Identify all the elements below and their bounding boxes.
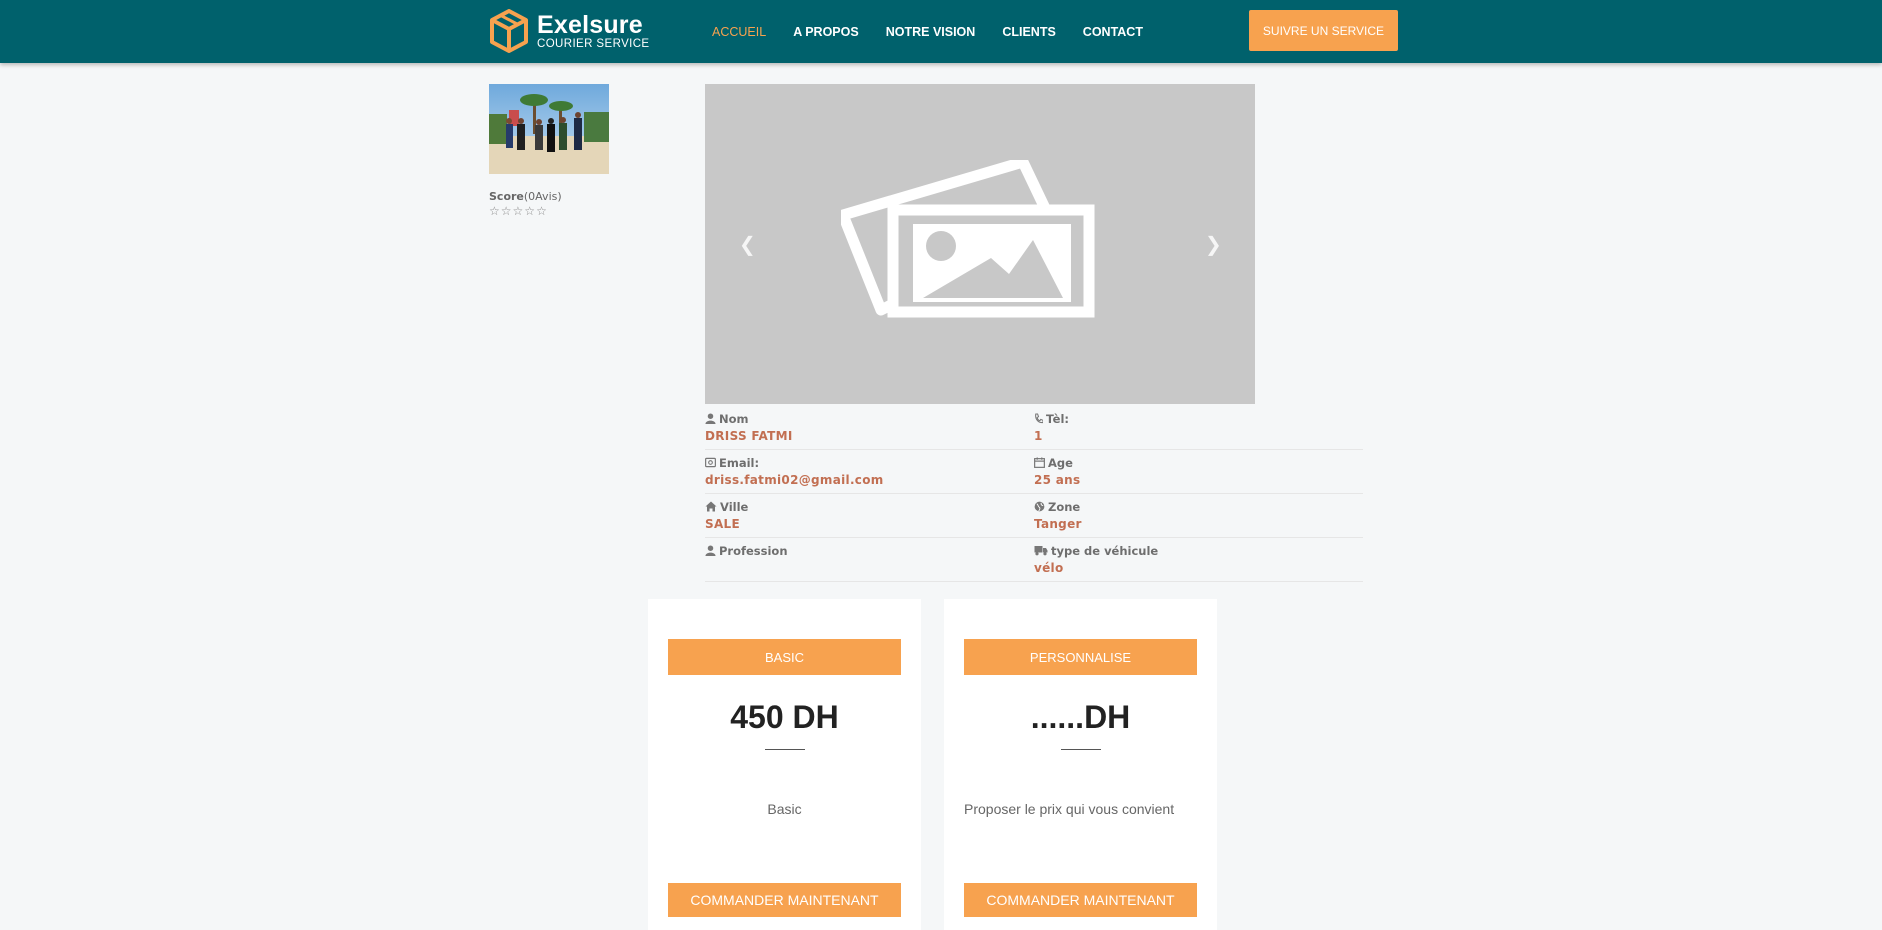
pricing-card-basic: BASIC 450 DH Basic COMMANDER MAINTENANT — [648, 599, 921, 930]
plan-price: 450 DH — [730, 699, 839, 735]
profile-photo — [489, 84, 609, 174]
track-service-button[interactable]: SUIVRE UN SERVICE — [1249, 10, 1398, 51]
details-row: Profession type de véhicule vélo — [705, 538, 1363, 582]
detail-age: Age 25 ans — [1034, 455, 1363, 493]
home-icon — [705, 501, 717, 512]
detail-zone: Zone Tanger — [1034, 499, 1363, 537]
ville-value: SALE — [705, 517, 740, 531]
price-divider — [765, 749, 805, 750]
plan-title: BASIC — [668, 639, 901, 675]
vehicule-label: type de véhicule — [1051, 543, 1159, 558]
calendar-icon — [1034, 457, 1045, 468]
tel-value: 1 — [1034, 429, 1043, 443]
box-logo-icon — [490, 9, 528, 53]
score-title: Score — [489, 190, 524, 203]
details-row: Email: driss.fatmi02@gmail.com Age 25 an… — [705, 450, 1363, 494]
pricing-card-personnalise: PERSONNALISE ......DH Proposer le prix q… — [944, 599, 1217, 930]
plan-description: Proposer le prix qui vous convient — [964, 801, 1175, 817]
age-label: Age — [1048, 455, 1073, 470]
details-row: Nom DRISS FATMI Tèl: 1 — [705, 406, 1363, 450]
detail-nom: Nom DRISS FATMI — [705, 411, 1034, 449]
user-icon — [705, 545, 716, 556]
score-label: Score(0Avis) — [489, 190, 562, 203]
brand-tagline: COURIER SERVICE — [537, 37, 650, 50]
star-icon[interactable]: ☆ — [501, 204, 512, 218]
email-value: driss.fatmi02@gmail.com — [705, 473, 884, 487]
nav-contact[interactable]: CONTACT — [1083, 25, 1143, 39]
detail-ville: Ville SALE — [705, 499, 1034, 537]
main-nav: ACCUEIL A PROPOS NOTRE VISION CLIENTS CO… — [712, 0, 1170, 63]
user-icon — [705, 413, 716, 424]
detail-vehicule: type de véhicule vélo — [1034, 543, 1363, 581]
globe-icon — [1034, 501, 1045, 512]
star-icon[interactable]: ☆ — [489, 204, 500, 218]
envelope-icon — [705, 457, 716, 468]
vehicule-value: vélo — [1034, 561, 1064, 575]
plan-description: Basic — [767, 801, 802, 817]
nav-a-propos[interactable]: A PROPOS — [793, 25, 859, 39]
price-divider — [1061, 749, 1101, 750]
zone-value: Tanger — [1034, 517, 1082, 531]
star-icon[interactable]: ☆ — [513, 204, 524, 218]
brand-name: Exelsure — [537, 10, 643, 39]
star-icon[interactable]: ☆ — [524, 204, 535, 218]
detail-email: Email: driss.fatmi02@gmail.com — [705, 455, 1034, 493]
zone-label: Zone — [1048, 499, 1081, 514]
truck-icon — [1034, 546, 1048, 556]
nom-label: Nom — [719, 411, 749, 426]
nav-accueil[interactable]: ACCUEIL — [712, 25, 766, 39]
order-now-button[interactable]: COMMANDER MAINTENANT — [964, 883, 1197, 917]
chevron-right-icon[interactable]: ❯ — [1205, 232, 1222, 256]
age-value: 25 ans — [1034, 473, 1081, 487]
nav-clients[interactable]: CLIENTS — [1002, 25, 1055, 39]
chevron-left-icon[interactable]: ❮ — [739, 232, 756, 256]
tel-label: Tèl: — [1046, 411, 1069, 426]
plan-title: PERSONNALISE — [964, 639, 1197, 675]
details-row: Ville SALE Zone Tanger — [705, 494, 1363, 538]
detail-tel: Tèl: 1 — [1034, 411, 1363, 449]
image-carousel: ❮ ❯ — [705, 84, 1255, 404]
profile-photo-image — [489, 84, 609, 174]
plan-price: ......DH — [1030, 699, 1131, 735]
detail-profession: Profession — [705, 543, 1034, 581]
rating-stars[interactable]: ☆ ☆ ☆ ☆ ☆ — [489, 204, 548, 218]
nom-value: DRISS FATMI — [705, 429, 793, 443]
score-count: (0Avis) — [523, 190, 562, 203]
courier-details: Nom DRISS FATMI Tèl: 1 Email: driss.fatm… — [705, 406, 1363, 582]
brand-logo[interactable]: Exelsure COURIER SERVICE — [489, 9, 650, 53]
email-label: Email: — [719, 455, 760, 470]
profession-label: Profession — [719, 543, 788, 558]
star-icon[interactable]: ☆ — [536, 204, 547, 218]
ville-label: Ville — [720, 499, 749, 514]
nav-notre-vision[interactable]: NOTRE VISION — [886, 25, 976, 39]
phone-icon — [1035, 413, 1043, 424]
order-now-button[interactable]: COMMANDER MAINTENANT — [668, 883, 901, 917]
top-header: Exelsure COURIER SERVICE ACCUEIL A PROPO… — [0, 0, 1882, 63]
image-placeholder-icon — [841, 160, 1095, 318]
